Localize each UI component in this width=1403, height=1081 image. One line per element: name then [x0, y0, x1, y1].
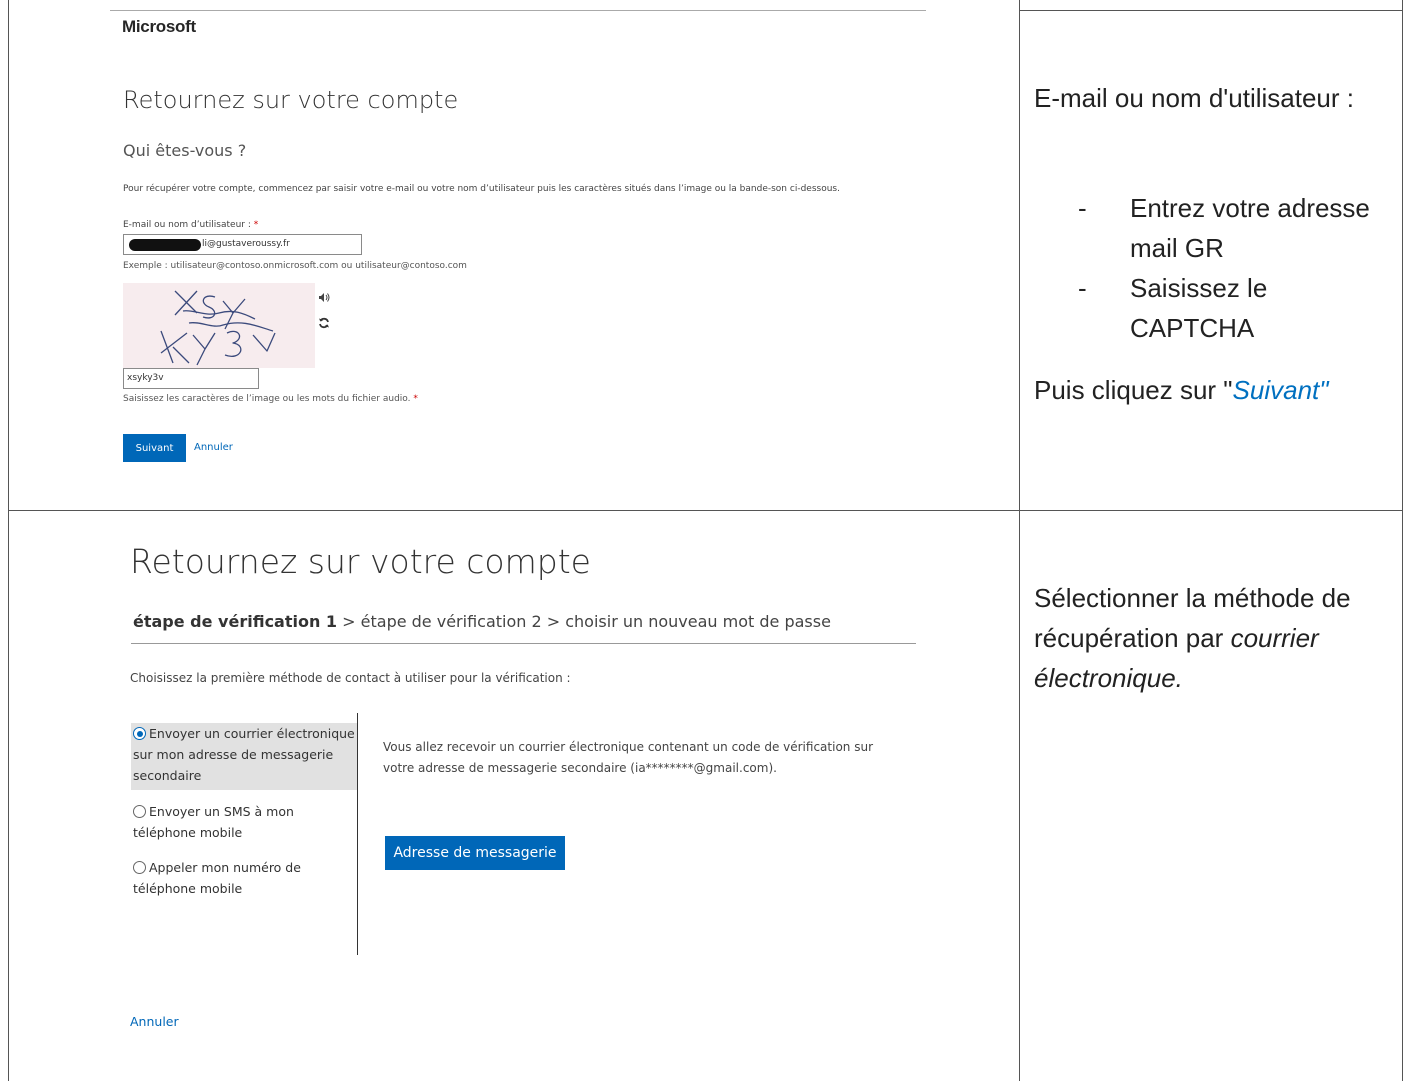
email-field[interactable]: li@gustaveroussy.fr: [123, 234, 362, 255]
refresh-icon[interactable]: [318, 317, 330, 333]
captcha-image: [123, 283, 315, 368]
cancel-link[interactable]: Annuler: [194, 442, 233, 453]
captcha-help-text: Saisissez les caractères de l’image ou l…: [123, 394, 414, 404]
method-instruction: Choisissez la première méthode de contac…: [130, 671, 571, 685]
bullet-dash: -: [1078, 193, 1087, 223]
page-subtitle: Qui êtes-vous ?: [123, 141, 247, 160]
recovery-description: Pour récupérer votre compte, commencez p…: [123, 184, 840, 194]
list-item-text: Entrez votre adresse mail GR: [1130, 193, 1370, 263]
email-method-button[interactable]: Adresse de messagerie: [385, 836, 565, 870]
option-email-label: Envoyer un courrier électronique sur mon…: [133, 726, 355, 783]
current-step: étape de vérification 1: [133, 612, 338, 631]
list-item: - Entrez votre adresse mail GR: [1078, 188, 1398, 268]
option-sms[interactable]: Envoyer un SMS à mon téléphone mobile: [131, 801, 357, 843]
table-border-middle: [1019, 0, 1020, 1081]
screenshot-top-edge: [110, 10, 926, 11]
required-mark-captcha: *: [413, 394, 418, 404]
microsoft-logo: Microsoft: [122, 17, 196, 36]
redaction-mark: [129, 239, 201, 251]
option-call-label: Appeler mon numéro de téléphone mobile: [133, 860, 301, 896]
bullet-dash: -: [1078, 273, 1087, 303]
instruction-list: - Entrez votre adresse mail GR - Saisissez…: [1078, 188, 1398, 348]
click-next-instruction: Puis cliquez sur "Suivant": [1034, 370, 1403, 410]
speaker-icon[interactable]: [318, 292, 330, 306]
contact-method-list: Envoyer un courrier électronique sur mon…: [131, 713, 358, 955]
list-item-text: Saisissez le CAPTCHA: [1130, 273, 1268, 343]
cancel-link-bottom[interactable]: Annuler: [130, 1014, 179, 1029]
instruction-title: E-mail ou nom d'utilisateur :: [1034, 83, 1354, 113]
option-call[interactable]: Appeler mon numéro de téléphone mobile: [131, 857, 357, 899]
email-example: Exemple : utilisateur@contoso.onmicrosof…: [123, 261, 467, 271]
step-breadcrumb: étape de vérification 1 > étape de vérif…: [133, 612, 831, 631]
remaining-steps: > étape de vérification 2 > choisir un n…: [337, 612, 831, 631]
next-button[interactable]: Suivant: [123, 434, 186, 462]
page-title-step: Retournez sur votre compte: [130, 542, 591, 581]
email-label-text: E-mail ou nom d’utilisateur :: [123, 220, 254, 230]
table-row-divider: [8, 510, 1403, 511]
radio-selected-icon[interactable]: [133, 727, 146, 740]
table-border-top: [1019, 10, 1403, 11]
email-field-value: li@gustaveroussy.fr: [202, 239, 290, 249]
list-item: - Saisissez le CAPTCHA: [1078, 268, 1398, 348]
required-mark: *: [253, 220, 259, 230]
click-next-prefix: Puis cliquez sur ": [1034, 375, 1233, 405]
captcha-help: Saisissez les caractères de l’image ou l…: [123, 394, 418, 404]
page-title: Retournez sur votre compte: [123, 86, 459, 114]
option-email[interactable]: Envoyer un courrier électronique sur mon…: [131, 723, 357, 790]
radio-icon[interactable]: [133, 861, 146, 874]
method-instruction-note: Sélectionner la méthode de récupération …: [1034, 578, 1399, 698]
option-sms-label: Envoyer un SMS à mon téléphone mobile: [133, 804, 294, 840]
verification-info: Vous allez recevoir un courrier électron…: [383, 740, 873, 775]
captcha-input[interactable]: xsyky3v: [123, 368, 259, 389]
email-label: E-mail ou nom d’utilisateur : *: [123, 220, 258, 230]
divider: [131, 643, 916, 644]
table-border-left: [8, 0, 9, 1081]
suivant-highlight: Suivant": [1232, 375, 1329, 405]
radio-icon[interactable]: [133, 805, 146, 818]
